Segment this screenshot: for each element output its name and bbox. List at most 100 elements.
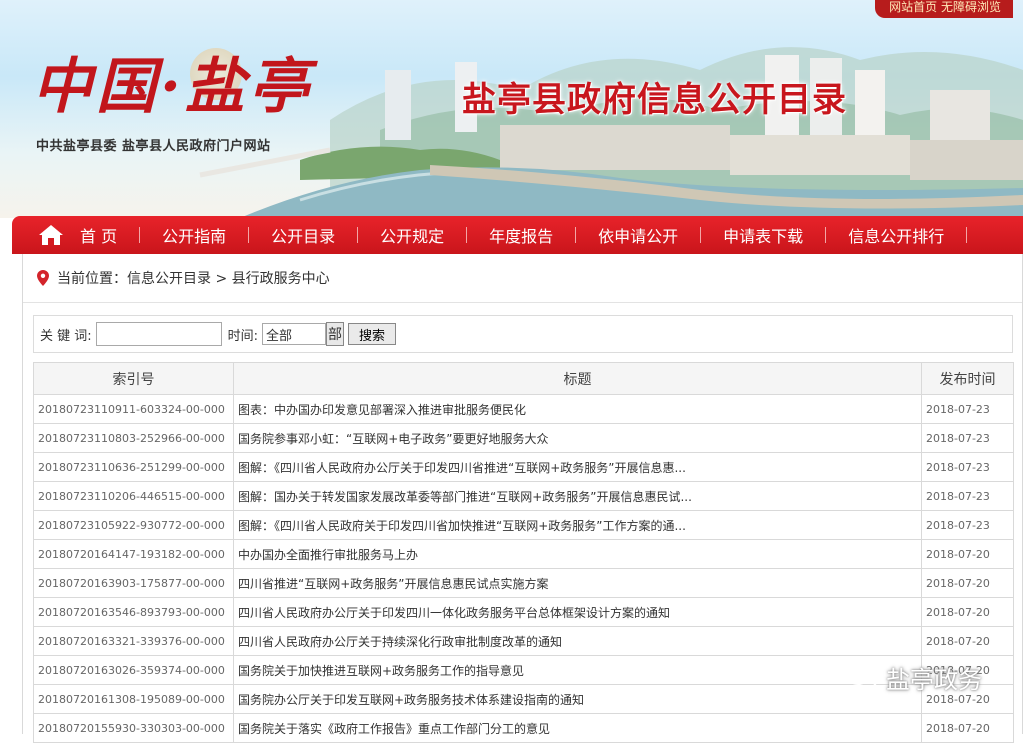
table-row: 20180723110636-251299-00-000 图解：《四川省人民政府办… xyxy=(33,452,1014,482)
site-home-link[interactable]: 网站首页 xyxy=(889,0,937,14)
nav-divider xyxy=(700,227,702,243)
keyword-input[interactable] xyxy=(95,322,222,346)
search-button[interactable]: 搜索 xyxy=(348,323,397,345)
nav-catalog-label: 公开目录 xyxy=(271,227,336,246)
time-label: 时间: xyxy=(227,328,259,344)
time-select-value: 全部 xyxy=(266,328,293,344)
row-title-link[interactable]: 国务院参事邓小虹：“互联网+电子政务”要更好地服务大众 xyxy=(233,423,922,453)
row-index: 20180723110636-251299-00-000 xyxy=(33,452,234,482)
table-row: 20180723110206-446515-00-000 图解：国办关于转发国家发… xyxy=(33,481,1014,511)
divider xyxy=(23,302,1022,303)
watermark-text: 盐亭政务 xyxy=(886,666,982,694)
nav-divider xyxy=(139,227,141,243)
breadcrumb-prefix: 当前位置： xyxy=(57,271,127,287)
nav-home[interactable]: 首 页 xyxy=(78,223,119,247)
row-title-link[interactable]: 四川省人民政府办公厅关于持续深化行政审批制度改革的通知 xyxy=(233,626,922,656)
nav-home-label: 首 页 xyxy=(80,227,118,246)
row-date: 2018-07-23 xyxy=(921,423,1014,453)
row-title-link[interactable]: 四川省人民政府办公厅关于印发四川一体化政务服务平台总体框架设计方案的通知 xyxy=(233,597,922,627)
breadcrumb-path[interactable]: 信息公开目录 > 县行政服务中心 xyxy=(127,268,330,288)
row-date: 2018-07-23 xyxy=(921,510,1014,540)
nav-divider xyxy=(825,227,827,243)
nav-divider xyxy=(466,227,468,243)
row-title-link[interactable]: 国务院办公厅关于印发互联网+政务服务技术体系建设指南的通知 xyxy=(233,684,922,714)
nav-apply[interactable]: 依申请公开 xyxy=(596,223,680,247)
row-index: 20180720163903-175877-00-000 xyxy=(33,568,234,598)
table-header-row: 索引号 标题 发布时间 xyxy=(33,362,1014,395)
nav-forms-download-label: 申请表下载 xyxy=(723,227,804,246)
site-banner: 网站首页 无障碍浏览 中国·盐亭 中共盐亭县委 盐亭县人民政府门户网站 盐亭县政… xyxy=(0,0,1023,218)
nav-guide-label: 公开指南 xyxy=(162,227,227,246)
row-title-link[interactable]: 图解：《四川省人民政府关于印发四川省加快推进“互联网+政务服务”工作方案的通..… xyxy=(233,510,922,540)
row-index: 20180723105922-930772-00-000 xyxy=(33,510,234,540)
row-date: 2018-07-20 xyxy=(921,626,1014,656)
row-date: 2018-07-23 xyxy=(921,452,1014,482)
logo-county-text: 盐亭 xyxy=(184,52,313,122)
row-date: 2018-07-20 xyxy=(921,539,1014,569)
row-date: 2018-07-20 xyxy=(921,568,1014,598)
top-links: 网站首页 无障碍浏览 xyxy=(875,0,1013,18)
header-index: 索引号 xyxy=(33,362,234,395)
header-title: 标题 xyxy=(233,362,922,395)
table-row: 20180720155930-330303-00-000 国务院关于落实《政府工作… xyxy=(33,713,1014,743)
row-title-link[interactable]: 四川省推进“互联网+政务服务”开展信息惠民试点实施方案 xyxy=(233,568,922,598)
row-title-link[interactable]: 图表：中办国办印发意见部署深入推进审批服务便民化 xyxy=(233,394,922,424)
row-index: 20180720163546-893793-00-000 xyxy=(33,597,234,627)
nav-divider xyxy=(248,227,250,243)
header-date: 发布时间 xyxy=(921,362,1014,395)
row-title-link[interactable]: 图解：《四川省人民政府办公厅关于印发四川省推进“互联网+政务服务”开展信息惠..… xyxy=(233,452,922,482)
logo-dot: · xyxy=(160,52,185,122)
row-title-link[interactable]: 图解：国办关于转发国家发展改革委等部门推进“互联网+政务服务”开展信息惠民试..… xyxy=(233,481,922,511)
nav-rules[interactable]: 公开规定 xyxy=(378,223,446,247)
table-row: 20180723110911-603324-00-000 图表：中办国办印发意见部… xyxy=(33,394,1014,424)
nav-ranking-label: 信息公开排行 xyxy=(848,227,945,246)
row-title-link[interactable]: 国务院关于落实《政府工作报告》重点工作部门分工的意见 xyxy=(233,713,922,743)
search-bar: 关 键 词: 时间: 全部 部 搜索 xyxy=(33,315,1013,353)
nav-catalog[interactable]: 公开目录 xyxy=(269,223,337,247)
keyword-label: 关 键 词: xyxy=(40,328,92,344)
table-row: 20180723110803-252966-00-000 国务院参事邓小虹：“互联… xyxy=(33,423,1014,453)
row-index: 20180723110206-446515-00-000 xyxy=(33,481,234,511)
table-row: 20180720163903-175877-00-000 四川省推进“互联网+政务… xyxy=(33,568,1014,598)
nav-guide[interactable]: 公开指南 xyxy=(160,223,228,247)
row-index: 20180720164147-193182-00-000 xyxy=(33,539,234,569)
home-icon[interactable] xyxy=(38,223,64,247)
table-row: 20180720163321-339376-00-000 四川省人民政府办公厅关于… xyxy=(33,626,1014,656)
nav-annual-report-label: 年度报告 xyxy=(489,227,554,246)
nav-apply-label: 依申请公开 xyxy=(598,227,679,246)
row-index: 20180720163026-359374-00-000 xyxy=(33,655,234,685)
breadcrumb: 当前位置： 信息公开目录 > 县行政服务中心 xyxy=(37,268,330,288)
row-date: 2018-07-20 xyxy=(921,597,1014,627)
nav-divider xyxy=(966,227,968,243)
time-select-button[interactable]: 部 xyxy=(326,322,345,346)
wechat-icon xyxy=(846,664,877,689)
row-date: 2018-07-23 xyxy=(921,394,1014,424)
row-index: 20180720155930-330303-00-000 xyxy=(33,713,234,743)
row-date: 2018-07-20 xyxy=(921,713,1014,743)
nav-divider xyxy=(357,227,359,243)
row-title-link[interactable]: 中办国办全面推行审批服务马上办 xyxy=(233,539,922,569)
site-subtitle: 中共盐亭县委 盐亭县人民政府门户网站 xyxy=(36,139,271,154)
table-row: 20180720164147-193182-00-000 中办国办全面推行审批服务… xyxy=(33,539,1014,569)
page-title: 盐亭县政府信息公开目录 xyxy=(462,80,847,120)
row-index: 20180720163321-339376-00-000 xyxy=(33,626,234,656)
nav-rules-label: 公开规定 xyxy=(380,227,445,246)
accessible-browse-link[interactable]: 无障碍浏览 xyxy=(941,0,1001,14)
row-title-link[interactable]: 国务院关于加快推进互联网+政务服务工作的指导意见 xyxy=(233,655,922,685)
nav-forms-download[interactable]: 申请表下载 xyxy=(721,223,805,247)
site-logo[interactable]: 中国·盐亭 xyxy=(32,55,313,119)
nav-ranking[interactable]: 信息公开排行 xyxy=(846,223,946,247)
table-row: 20180723105922-930772-00-000 图解：《四川省人民政府关… xyxy=(33,510,1014,540)
row-index: 20180723110911-603324-00-000 xyxy=(33,394,234,424)
wechat-watermark: 盐亭政务 xyxy=(846,660,982,695)
row-index: 20180723110803-252966-00-000 xyxy=(33,423,234,453)
main-nav: 首 页 公开指南 公开目录 公开规定 年度报告 依申请公开 申请表下载 信息公开… xyxy=(12,216,1023,254)
table-row: 20180720163546-893793-00-000 四川省人民政府办公厅关于… xyxy=(33,597,1014,627)
row-index: 20180720161308-195089-00-000 xyxy=(33,684,234,714)
row-date: 2018-07-23 xyxy=(921,481,1014,511)
nav-annual-report[interactable]: 年度报告 xyxy=(487,223,555,247)
logo-china-text: 中国 xyxy=(32,52,160,122)
location-pin-icon xyxy=(37,270,49,286)
nav-divider xyxy=(575,227,577,243)
time-select[interactable]: 全部 xyxy=(262,323,327,345)
